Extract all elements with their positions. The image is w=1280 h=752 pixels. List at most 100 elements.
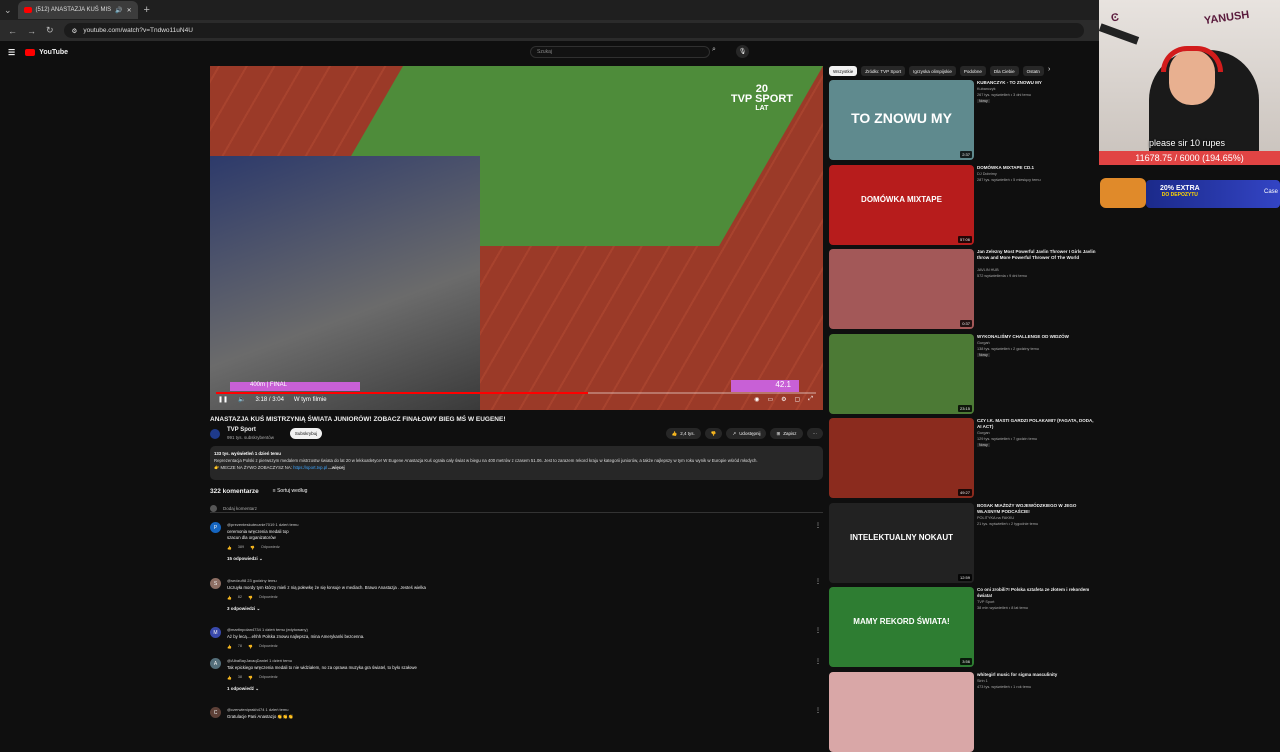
comment-avatar[interactable]: C xyxy=(210,707,221,718)
recommendation-channel[interactable]: TVP Sport xyxy=(977,600,994,604)
video-player[interactable]: 20 TVP SPORT LAT 400m | FINAL 42.1 ❚❚ 🔈 … xyxy=(210,66,823,410)
description-more[interactable]: ...więcej xyxy=(328,465,344,470)
pause-icon[interactable]: ❚❚ xyxy=(218,396,228,403)
browser-tab[interactable]: (512) ANASTAZJA KUŚ MIS 🔊 ✕ xyxy=(17,1,138,19)
recommendation-item[interactable]: MAMY REKORD ŚWIATA! 3:56 Co oni zrobili?! … xyxy=(829,587,1099,667)
recommendation-channel[interactable]: Gurgań xyxy=(977,341,990,345)
recommendation-title[interactable]: BOSAK MIAŻDŻY WOJEWÓDZKIEGO W JEGO WŁASN… xyxy=(977,503,1099,515)
progress-bar[interactable] xyxy=(216,392,816,394)
add-comment-field[interactable]: Dodaj komentarz xyxy=(210,505,823,513)
volume-icon[interactable]: 🔈 xyxy=(238,396,245,403)
comment-reply-button[interactable]: Odpowiedz xyxy=(259,675,278,680)
reload-icon[interactable]: ↻ xyxy=(46,25,54,36)
search-input[interactable]: Szukaj xyxy=(530,46,710,58)
video-description[interactable]: 133 tys. wyświetleń 1 dzień temu Repreze… xyxy=(210,446,823,480)
microphone-icon[interactable]: 🎙 xyxy=(736,45,749,58)
recommendation-item[interactable]: 49:27 CZY I.K. MASTI GARDZI POLAKAMI? (FA… xyxy=(829,418,1099,498)
video-thumbnail[interactable] xyxy=(829,671,974,752)
recommendation-title[interactable]: Jan Zelezny Most Powerful Javlin Thrower… xyxy=(977,249,1099,261)
save-button[interactable]: ⊞ Zapisz xyxy=(770,428,803,439)
chip-olympics[interactable]: Igrzyska olimpijskie xyxy=(909,66,956,76)
search-icon[interactable]: ⌕ xyxy=(712,46,726,58)
comment-dislike-icon[interactable]: 👎 xyxy=(248,595,253,600)
comment-more-icon[interactable]: ⋮ xyxy=(815,707,821,714)
comment-replies-toggle[interactable]: 1 odpowiedź ⌄ xyxy=(227,686,259,692)
description-link[interactable]: https://sport.tvp.pl xyxy=(293,465,327,470)
subtitles-icon[interactable]: ▭ xyxy=(767,396,773,403)
comment-dislike-icon[interactable]: 👎 xyxy=(250,545,255,550)
chip-for-you[interactable]: Dla Ciebie xyxy=(989,66,1019,76)
comment-replies-toggle[interactable]: 15 odpowiedzi ⌄ xyxy=(227,556,263,562)
comment-more-icon[interactable]: ⋮ xyxy=(815,658,821,665)
recommendation-item[interactable]: 23:15 WYKONALIŚMY CHALLENGE OD WIDZÓW Gurg… xyxy=(829,333,1099,414)
comment-author[interactable]: @AlbaBayJavaqDaniel 1 dzień temu xyxy=(227,658,292,663)
recommendation-title[interactable]: Co oni zrobili?! Polska sztafeta ze złot… xyxy=(977,587,1099,599)
more-actions-button[interactable]: ⋯ xyxy=(806,428,823,439)
video-thumbnail[interactable]: DOMÓWKA MIXTAPE 57:06 xyxy=(829,164,974,245)
recommendation-title[interactable]: KUBANCZYK - TO ZNOWU MY xyxy=(977,80,1099,86)
subscribe-button[interactable]: Subskrybuj xyxy=(290,428,322,439)
comment-like-icon[interactable]: 👍 xyxy=(227,675,232,680)
channel-name[interactable]: TVP Sport xyxy=(227,427,256,433)
chevron-right-icon[interactable]: › xyxy=(1048,66,1050,76)
hamburger-icon[interactable]: ☰ xyxy=(8,48,15,57)
video-thumbnail[interactable]: INTELEKTUALNY NOKAUT 12:59 xyxy=(829,502,974,583)
recommendation-item[interactable]: DOMÓWKA MIXTAPE 57:06 DOMÓWKA MIXTAPE CD.1… xyxy=(829,164,1099,245)
like-button[interactable]: 👍 2,4 tys. xyxy=(665,428,701,439)
youtube-logo[interactable]: ☰ YouTube xyxy=(8,48,68,57)
recommendation-channel[interactable]: JAVLIN HUB xyxy=(977,268,999,272)
new-tab-icon[interactable]: + xyxy=(144,4,150,16)
recommendation-channel[interactable]: POLITYKA na FAKKU xyxy=(977,516,1014,520)
comment-reply-button[interactable]: Odpowiedz xyxy=(261,545,280,550)
recommendation-item[interactable]: 0:37 Jan Zelezny Most Powerful Javlin Thr… xyxy=(829,249,1099,329)
comment-author[interactable]: @sedzu98 23 godziny temu xyxy=(227,578,277,583)
comment-like-icon[interactable]: 👍 xyxy=(227,644,232,649)
comment-author[interactable]: @prezenteskutecznie7019 1 dzień temu xyxy=(227,522,298,527)
comment-avatar[interactable]: M xyxy=(210,627,221,638)
video-thumbnail[interactable]: 23:15 xyxy=(829,333,974,414)
comment-replies-toggle[interactable]: 3 odpowiedzi ⌄ xyxy=(227,606,260,612)
comment-like-icon[interactable]: 👍 xyxy=(227,545,232,550)
comment-author[interactable]: @czerwieniprakh474 1 dzień temu xyxy=(227,707,288,712)
url-bar[interactable]: ⚙ youtube.com/watch?v=Tndwo11uN4U xyxy=(63,23,1084,38)
recommendation-item[interactable]: whitegirl music for sigma masculinity Sir… xyxy=(829,671,1099,752)
recommendation-item[interactable]: INTELEKTUALNY NOKAUT 12:59 BOSAK MIAŻDŻY W… xyxy=(829,502,1099,583)
video-thumbnail[interactable]: 0:37 xyxy=(829,249,974,329)
comment-more-icon[interactable]: ⋮ xyxy=(815,627,821,634)
site-info-icon[interactable]: ⚙ xyxy=(72,27,78,35)
comment-dislike-icon[interactable]: 👎 xyxy=(248,644,253,649)
comment-more-icon[interactable]: ⋮ xyxy=(815,578,821,585)
close-tab-icon[interactable]: ✕ xyxy=(127,7,132,14)
back-icon[interactable]: ← xyxy=(8,26,17,36)
chapter-label[interactable]: W tym filmie xyxy=(294,397,327,403)
recommendation-title[interactable]: CZY I.K. MASTI GARDZI POLAKAMI? (FAGATA,… xyxy=(977,418,1099,430)
chip-recent[interactable]: Ostatn xyxy=(1022,66,1044,76)
tab-menu-icon[interactable]: ⌄ xyxy=(4,5,12,16)
comment-reply-button[interactable]: Odpowiedz xyxy=(259,595,278,600)
forward-icon[interactable]: → xyxy=(27,26,36,36)
recommendation-title[interactable]: whitegirl music for sigma masculinity xyxy=(977,672,1099,678)
video-thumbnail[interactable]: 49:27 xyxy=(829,418,974,498)
comment-reply-button[interactable]: Odpowiedz xyxy=(259,644,278,649)
comment-avatar[interactable]: S xyxy=(210,578,221,589)
comment-more-icon[interactable]: ⋮ xyxy=(815,522,821,529)
recommendation-title[interactable]: WYKONALIŚMY CHALLENGE OD WIDZÓW xyxy=(977,334,1099,340)
chip-all[interactable]: Wszystkie xyxy=(829,66,858,76)
recommendation-channel[interactable]: Sirin 1 xyxy=(977,679,988,683)
comment-dislike-icon[interactable]: 👎 xyxy=(248,675,253,680)
settings-icon[interactable]: ⚙ xyxy=(781,396,786,403)
video-thumbnail[interactable]: TO ZNOWU MY 2:37 xyxy=(829,80,974,160)
dislike-button[interactable]: 👎 xyxy=(704,428,723,439)
sort-button[interactable]: ≡ Sortuj według xyxy=(273,488,308,495)
share-button[interactable]: ↗ Udostępnij xyxy=(726,428,767,439)
channel-avatar[interactable] xyxy=(210,429,220,439)
recommendation-channel[interactable]: Gurgan xyxy=(977,431,990,435)
fullscreen-icon[interactable]: ⤢ xyxy=(808,396,813,403)
recommendation-title[interactable]: DOMÓWKA MIXTAPE CD.1 xyxy=(977,165,1099,171)
comment-avatar[interactable]: A xyxy=(210,658,221,669)
video-thumbnail[interactable]: MAMY REKORD ŚWIATA! 3:56 xyxy=(829,587,974,667)
comment-author[interactable]: @martinpolan4734 1 dzień temu (edytowany… xyxy=(227,627,308,632)
recommendation-channel[interactable]: Kubanczyk xyxy=(977,87,996,91)
chip-similar[interactable]: Podobne xyxy=(959,66,986,76)
comment-like-icon[interactable]: 👍 xyxy=(227,595,232,600)
